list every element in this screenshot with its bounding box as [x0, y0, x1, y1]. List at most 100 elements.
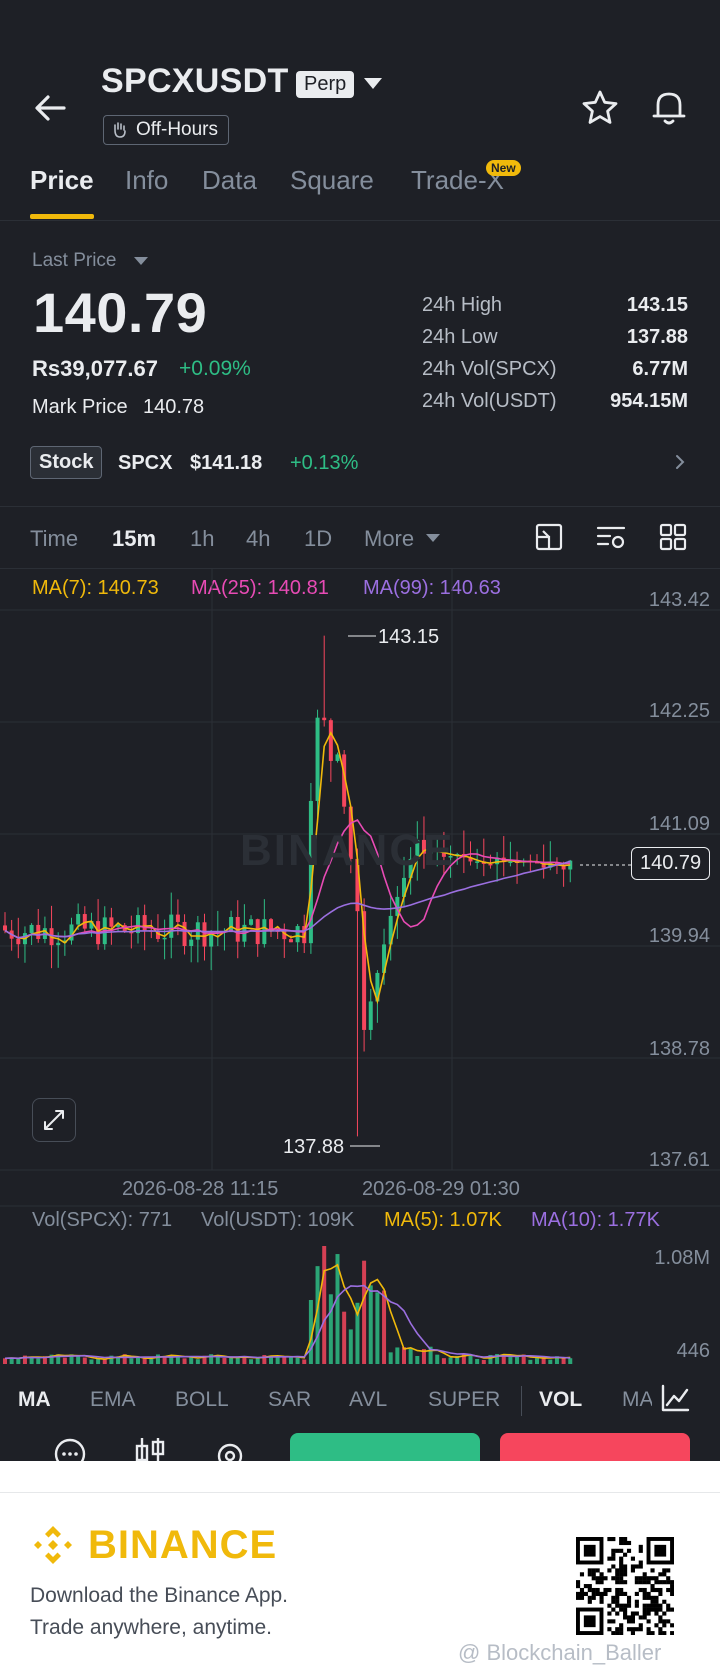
- qr-module: [658, 1607, 663, 1612]
- indicator-avl[interactable]: AVL: [349, 1388, 387, 1412]
- qr-module: [670, 1607, 674, 1612]
- qr-module: [591, 1572, 596, 1577]
- qr-module: [650, 1568, 655, 1573]
- qr-module: [619, 1564, 624, 1569]
- qr-module: [662, 1611, 667, 1616]
- y-tick: 137.61: [648, 1149, 710, 1171]
- volume-ma-lines: [4, 1263, 571, 1360]
- qr-module: [634, 1603, 639, 1608]
- qr-module: [599, 1599, 604, 1604]
- stock-change[interactable]: +0.13%: [290, 452, 358, 475]
- qr-module: [670, 1631, 674, 1635]
- tab-info[interactable]: Info: [125, 165, 168, 196]
- caret-down-icon[interactable]: [364, 78, 382, 89]
- qr-module: [619, 1591, 624, 1596]
- qr-module: [615, 1603, 620, 1608]
- candle-body: [189, 939, 194, 947]
- qr-module: [611, 1599, 616, 1604]
- qr-module: [619, 1572, 624, 1577]
- qr-module: [591, 1591, 596, 1596]
- qr-module: [634, 1599, 639, 1604]
- symbol-title[interactable]: SPCXUSDT: [101, 62, 289, 101]
- qr-module: [579, 1595, 585, 1600]
- bell-icon[interactable]: [648, 86, 690, 128]
- tab-price[interactable]: Price: [30, 165, 94, 196]
- interval-4h[interactable]: 4h: [246, 526, 270, 552]
- interval-15m[interactable]: 15m: [112, 526, 156, 552]
- qr-module: [638, 1580, 643, 1585]
- qr-module: [634, 1580, 639, 1585]
- tab-data[interactable]: Data: [202, 165, 257, 196]
- qr-module: [654, 1623, 659, 1628]
- interval-1d[interactable]: 1D: [304, 526, 332, 552]
- interval-1h[interactable]: 1h: [190, 526, 214, 552]
- chevron-right-icon[interactable]: [670, 450, 690, 474]
- vol-spcx-legend: Vol(SPCX): 771: [32, 1209, 173, 1231]
- qr-module: [630, 1631, 635, 1635]
- last-price-label[interactable]: Last Price: [32, 250, 116, 272]
- qr-module: [646, 1619, 651, 1624]
- qr-module: [642, 1595, 647, 1600]
- caret-down-icon[interactable]: [134, 257, 148, 265]
- volume-bar: [155, 1354, 160, 1364]
- qr-module: [642, 1615, 647, 1620]
- qr-module: [634, 1591, 639, 1596]
- qr-module: [619, 1540, 624, 1546]
- interval-more[interactable]: More: [364, 526, 414, 552]
- candle-body: [29, 924, 34, 934]
- qr-module: [646, 1580, 651, 1585]
- stat-label-24h-vol-usdt: 24h Vol(USDT): [422, 390, 557, 412]
- star-icon[interactable]: [580, 88, 620, 128]
- divider: [0, 220, 720, 221]
- stock-symbol[interactable]: SPCX: [118, 452, 172, 475]
- qr-module: [666, 1576, 671, 1581]
- indicator-ema[interactable]: EMA: [90, 1388, 136, 1412]
- vol-usdt-legend: Vol(USDT): 109K: [201, 1209, 355, 1231]
- chart-settings-icon[interactable]: [594, 520, 628, 554]
- qr-module: [650, 1587, 655, 1593]
- qr-module: [587, 1568, 592, 1573]
- stock-price[interactable]: $141.18: [190, 452, 262, 475]
- back-arrow-icon[interactable]: [30, 88, 70, 128]
- caret-down-icon[interactable]: [426, 534, 440, 542]
- qr-module: [595, 1580, 600, 1585]
- qr-module: [654, 1603, 659, 1608]
- tab-square[interactable]: Square: [290, 165, 374, 196]
- layout-grid-icon[interactable]: [656, 520, 690, 554]
- interval-time[interactable]: Time: [30, 526, 78, 552]
- indicator-ma-sub[interactable]: MA: [622, 1388, 652, 1412]
- volume-bar: [362, 1260, 367, 1364]
- qr-module: [615, 1580, 620, 1585]
- candle-body: [508, 861, 513, 864]
- stat-value-24h-vol-spcx: 6.77M: [632, 358, 688, 380]
- indicator-sar[interactable]: SAR: [268, 1388, 311, 1412]
- qr-module: [630, 1564, 635, 1569]
- qr-module: [623, 1572, 628, 1577]
- qr-module: [630, 1619, 635, 1624]
- expand-icon: [44, 1110, 64, 1130]
- volume-bar: [415, 1355, 420, 1364]
- qr-module: [619, 1587, 624, 1593]
- qr-module: [623, 1568, 628, 1573]
- qr-module: [642, 1591, 647, 1596]
- qr-module: [626, 1599, 632, 1604]
- qr-module: [638, 1627, 643, 1632]
- candle-body: [182, 921, 187, 947]
- qr-module: [619, 1623, 624, 1628]
- qr-module: [634, 1576, 639, 1581]
- indicator-super[interactable]: SUPER: [428, 1388, 500, 1412]
- volume-bar: [3, 1358, 7, 1364]
- indicator-chart-icon[interactable]: [658, 1381, 692, 1415]
- indicator-vol[interactable]: VOL: [539, 1388, 582, 1412]
- qr-module: [642, 1580, 647, 1585]
- candlestick-chart[interactable]: [0, 568, 720, 1380]
- fullscreen-button[interactable]: [32, 1098, 76, 1142]
- qr-module: [634, 1611, 639, 1616]
- indicator-boll[interactable]: BOLL: [175, 1388, 229, 1412]
- chart-markers: [348, 635, 632, 1147]
- qr-module: [615, 1576, 620, 1581]
- qr-module: [626, 1619, 632, 1624]
- credit-watermark: @ Blockchain_Baller: [458, 1640, 662, 1665]
- indicator-ma[interactable]: MA: [18, 1388, 51, 1412]
- chart-crop-icon[interactable]: [532, 520, 566, 554]
